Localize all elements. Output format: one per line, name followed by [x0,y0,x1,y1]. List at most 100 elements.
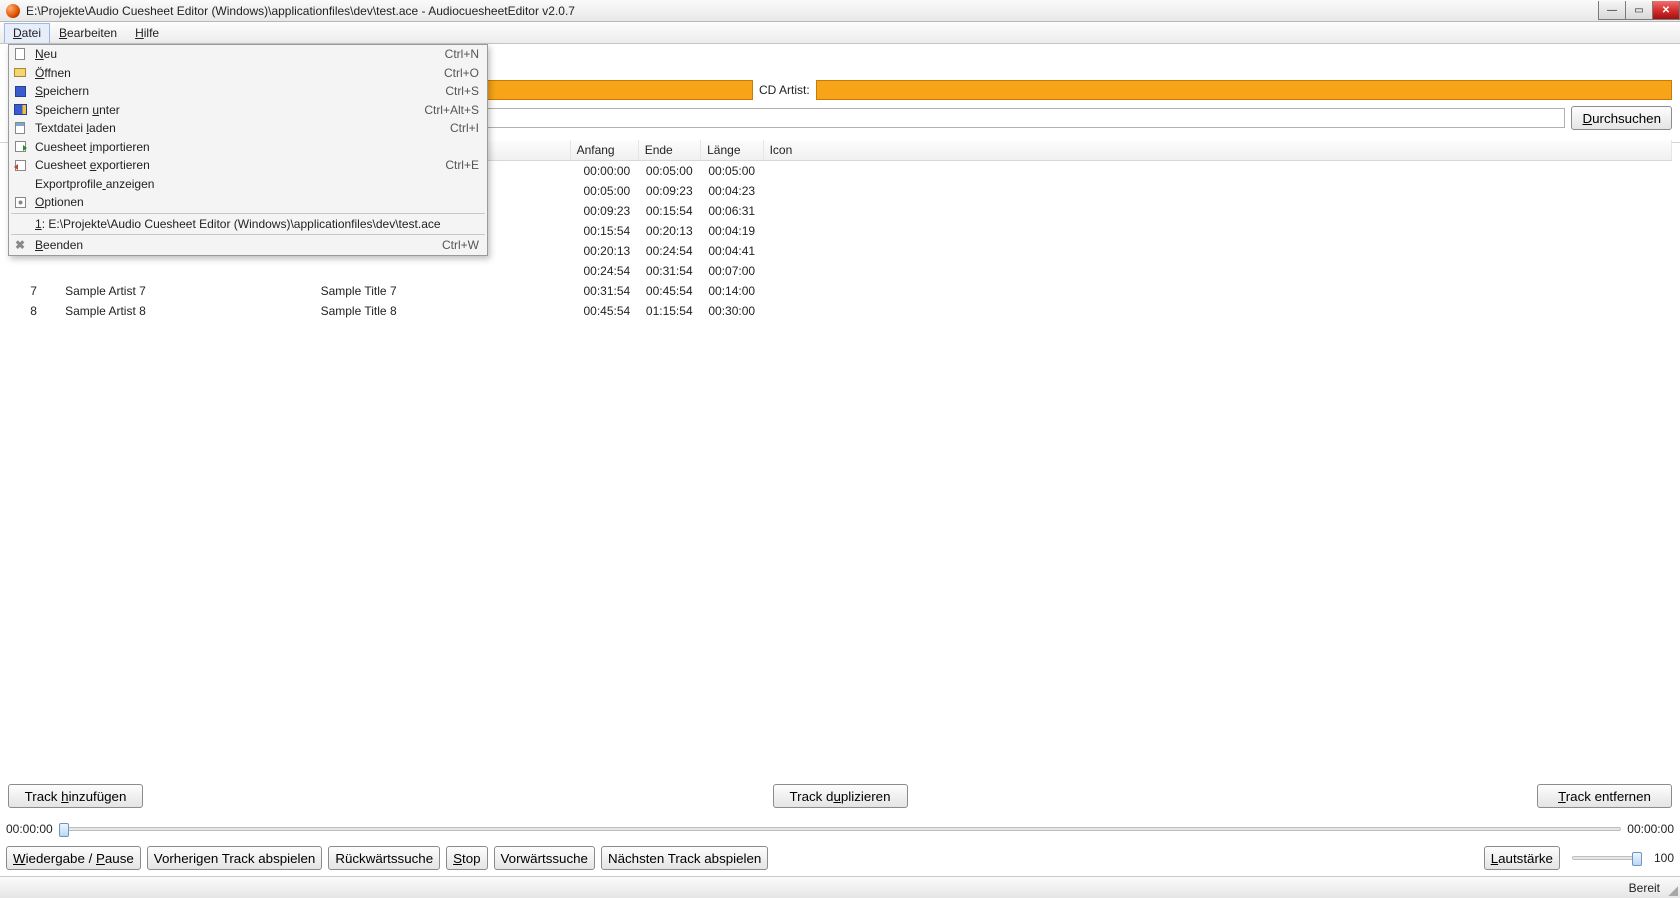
table-row[interactable]: 7Sample Artist 7Sample Title 700:31:5400… [8,281,1672,301]
volume-value: 100 [1654,851,1674,865]
seek-bar: 00:00:00 00:00:00 [6,822,1674,836]
cell-ende: 00:45:54 [638,281,700,301]
content-area: CD Artist: Durchsuchen Anfang Ende [0,44,1680,876]
menu-item-accelerator: Ctrl+E [445,158,479,172]
maximize-button[interactable]: ▭ [1625,1,1653,20]
volume-slider[interactable] [1572,856,1642,860]
cell-ende: 00:20:13 [638,221,700,241]
cell-laenge: 00:07:00 [701,261,763,281]
col-anfang[interactable]: Anfang [570,140,638,161]
minimize-button[interactable]: — [1598,1,1626,20]
status-text: Bereit [1629,881,1660,895]
ic-saveas-icon [11,102,29,118]
play-pause-button[interactable]: Wiedergabe / Pause [6,846,141,870]
title-bar: E:\Projekte\Audio Cuesheet Editor (Windo… [0,0,1680,22]
cell-anfang: 00:45:54 [570,301,638,321]
cell-num: 7 [8,281,59,301]
ic-save-icon [11,83,29,99]
menu-datei[interactable]: Datei [4,23,50,43]
menu-exit[interactable]: ✖BeendenCtrl+W [9,236,487,255]
cell-artist [59,261,314,281]
menu-item-accelerator: Ctrl+I [450,121,479,135]
table-row[interactable]: 8Sample Artist 8Sample Title 800:45:5401… [8,301,1672,321]
col-laenge[interactable]: Länge [701,140,763,161]
volume-button[interactable]: Lautstärke [1484,846,1560,870]
menu-item-6[interactable]: Cuesheet exportieren Ctrl+E [9,156,487,175]
menu-item-label: Exportprofile anzeigen [35,177,459,191]
next-track-button[interactable]: Nächsten Track abspielen [601,846,768,870]
close-button[interactable]: ✕ [1652,1,1680,20]
cell-title: Sample Title 8 [315,301,570,321]
browse-button[interactable]: Durchsuchen [1571,106,1672,130]
menu-bar: Datei Bearbeiten Hilfe [0,22,1680,44]
menu-item-accelerator: Ctrl+N [445,47,479,61]
cd-artist-label: CD Artist: [759,83,810,97]
menu-hilfe[interactable]: Hilfe [126,23,168,43]
prev-track-button[interactable]: Vorherigen Track abspielen [147,846,323,870]
menu-item-label: Neu [35,47,425,61]
seek-end-time: 00:00:00 [1627,822,1674,836]
cell-laenge: 00:05:00 [701,161,763,182]
seek-track[interactable] [59,827,1622,831]
volume-thumb[interactable] [1632,852,1642,866]
status-bar: Bereit [0,876,1680,898]
menu-bearbeiten[interactable]: Bearbeiten [50,23,126,43]
menu-item-label: Textdatei laden [35,121,430,135]
cell-icon [763,201,1671,221]
cell-laenge: 00:14:00 [701,281,763,301]
menu-item-4[interactable]: Textdatei laden Ctrl+I [9,119,487,138]
cell-ende: 00:15:54 [638,201,700,221]
menu-item-label: Cuesheet exportieren [35,158,425,172]
menu-item-1[interactable]: Öffnen Ctrl+O [9,64,487,83]
menu-separator [11,234,485,235]
cell-anfang: 00:20:13 [570,241,638,261]
dup-track-button[interactable]: Track duplizieren [773,784,908,808]
menu-item-2[interactable]: Speichern Ctrl+S [9,82,487,101]
col-ende[interactable]: Ende [638,140,700,161]
player-bar: Wiedergabe / Pause Vorherigen Track absp… [6,846,1674,870]
cell-artist: Sample Artist 7 [59,281,314,301]
col-icon[interactable]: Icon [763,140,1671,161]
resize-grip-icon[interactable] [1666,884,1678,896]
menu-item-label: Speichern [35,84,425,98]
app-icon [6,4,20,18]
menu-item-3[interactable]: Speichern unterCtrl+Alt+S [9,101,487,120]
cell-anfang: 00:15:54 [570,221,638,241]
cell-laenge: 00:04:19 [701,221,763,241]
del-track-button[interactable]: Track entfernen [1537,784,1672,808]
cell-icon [763,301,1671,321]
menu-item-7[interactable]: Exportprofile anzeigen [9,175,487,194]
ic-cueimp-icon [11,139,29,155]
rewind-button[interactable]: Rückwärtssuche [328,846,440,870]
cell-ende: 00:31:54 [638,261,700,281]
seek-thumb[interactable] [59,823,69,837]
menu-item-label: Öffnen [35,66,424,80]
cell-icon [763,161,1671,182]
menu-item-accelerator: Ctrl+S [445,84,479,98]
cell-laenge: 00:06:31 [701,201,763,221]
menu-recent-file[interactable]: 1: E:\Projekte\Audio Cuesheet Editor (Wi… [9,215,487,234]
cell-ende: 00:24:54 [638,241,700,261]
menu-item-0[interactable]: Neu Ctrl+N [9,45,487,64]
cell-laenge: 00:04:41 [701,241,763,261]
menu-item-accelerator: Ctrl+W [442,238,479,252]
menu-item-8[interactable]: Optionen [9,193,487,212]
table-row[interactable]: 00:24:5400:31:5400:07:00 [8,261,1672,281]
menu-item-5[interactable]: Cuesheet importieren [9,138,487,157]
cell-laenge: 00:30:00 [701,301,763,321]
ic-open-icon [11,65,29,81]
cd-artist-field[interactable] [816,80,1672,100]
stop-button[interactable]: Stop [446,846,487,870]
cell-ende: 01:15:54 [638,301,700,321]
menu-item-accelerator: Ctrl+O [444,66,479,80]
ic-new-icon [11,46,29,62]
datei-dropdown: NeuCtrl+NÖffnenCtrl+OSpeichernCtrl+SSpei… [8,44,488,256]
menu-item-accelerator: Ctrl+Alt+S [424,103,479,117]
menu-item-label: Optionen [35,195,459,209]
ic-opt-icon [11,194,29,210]
cell-anfang: 00:31:54 [570,281,638,301]
add-track-button[interactable]: Track hinzufügen [8,784,143,808]
menu-item-label: Cuesheet importieren [35,140,459,154]
forward-button[interactable]: Vorwärtssuche [494,846,595,870]
window-title: E:\Projekte\Audio Cuesheet Editor (Windo… [26,4,1598,18]
